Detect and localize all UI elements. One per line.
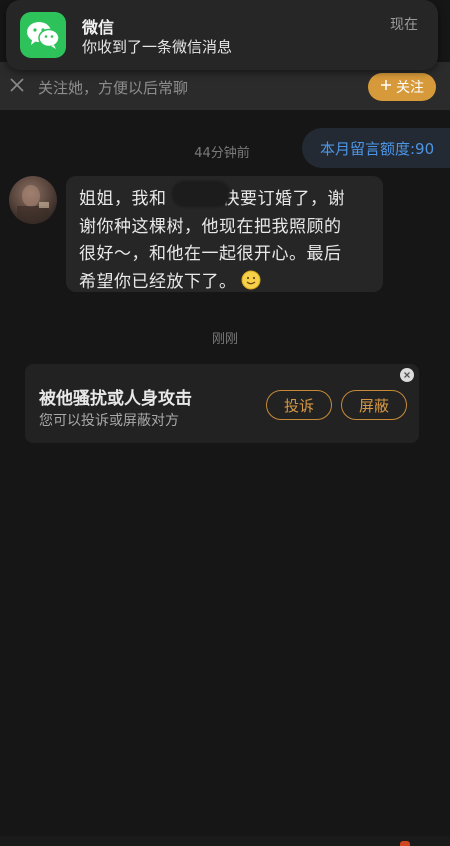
- notification-title: 微信: [82, 18, 115, 37]
- avatar[interactable]: [9, 176, 57, 224]
- follow-button[interactable]: 关注: [368, 73, 436, 101]
- block-button[interactable]: 屏蔽: [341, 390, 407, 420]
- close-icon[interactable]: [400, 368, 414, 382]
- follow-prompt-text: 关注她，方便以后常聊: [38, 79, 189, 97]
- report-card-title: 被他骚扰或人身攻击: [39, 389, 192, 409]
- complain-button[interactable]: 投诉: [266, 390, 332, 420]
- notification-dot: [400, 841, 410, 846]
- close-icon[interactable]: [8, 76, 26, 94]
- bottom-input-edge: [0, 836, 450, 846]
- wechat-icon: [20, 12, 66, 58]
- chat-screen: 关注她，方便以后常聊 关注 微信 你收到了一条微信消息 现在 本月留言额度:90…: [0, 0, 450, 846]
- redacted-name-blur: [172, 181, 230, 207]
- harassment-report-card: 被他骚扰或人身攻击 您可以投诉或屏蔽对方 投诉 屏蔽: [25, 364, 419, 443]
- message-bubble[interactable]: 姐姐，我和 快要订婚了，谢 谢你种这棵树，他现在把我照顾的 很好～，和他在一起很开…: [66, 176, 383, 292]
- plus-icon: [380, 79, 392, 95]
- smile-emoji: [241, 270, 261, 290]
- message-timestamp: 44分钟前: [194, 146, 250, 161]
- wechat-notification[interactable]: 微信 你收到了一条微信消息 现在: [6, 0, 438, 70]
- report-card-subtitle: 您可以投诉或屏蔽对方: [39, 413, 179, 429]
- follow-button-label: 关注: [396, 80, 424, 96]
- message-timestamp: 刚刚: [211, 332, 238, 347]
- notification-time: 现在: [390, 17, 418, 33]
- notification-message: 你收到了一条微信消息: [82, 38, 233, 56]
